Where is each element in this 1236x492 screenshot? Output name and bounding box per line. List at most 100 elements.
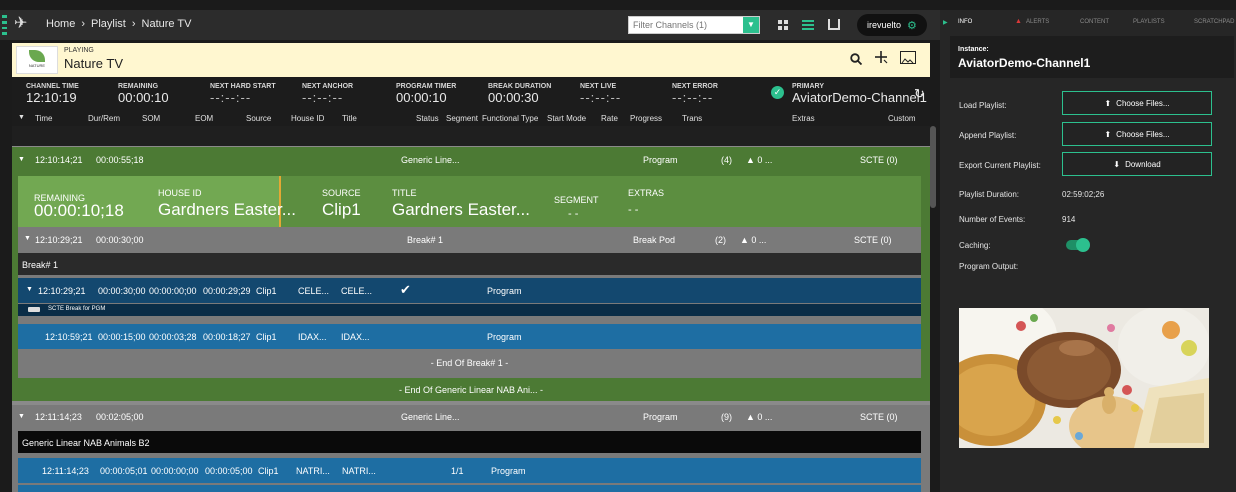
col-progress[interactable]: Progress bbox=[630, 114, 662, 123]
instance-box: Instance: AviatorDemo-Channel1 bbox=[950, 36, 1234, 78]
preview-image-icon[interactable] bbox=[900, 51, 916, 64]
stat-value: 12:10:19 bbox=[26, 90, 77, 105]
tab-content[interactable]: CONTENT bbox=[1080, 19, 1109, 25]
load-playlist-label: Load Playlist: bbox=[959, 101, 1007, 110]
stat-value: 00:00:10 bbox=[396, 90, 447, 105]
current-extras: - - bbox=[628, 204, 639, 216]
col-title[interactable]: Title bbox=[342, 114, 357, 123]
break-name: Break# 1 bbox=[22, 260, 59, 270]
row-scte[interactable]: SCTE (0) bbox=[854, 235, 892, 245]
load-playlist-button[interactable]: ⬆ Choose Files... bbox=[1062, 91, 1212, 115]
stat-program-timer: PROGRAM TIMER 00:00:10 bbox=[396, 83, 456, 105]
current-remaining: 00:00:10;18 bbox=[34, 201, 124, 220]
col-source[interactable]: Source bbox=[246, 114, 271, 123]
current-extras-label: EXTRAS bbox=[628, 188, 665, 198]
table-row-event-3[interactable]: 12:11:14;23 00:00:05;01 00:00:00;00 00:0… bbox=[18, 458, 921, 483]
tab-info[interactable]: INFO bbox=[958, 19, 972, 25]
col-custom[interactable]: Custom bbox=[888, 114, 916, 123]
stat-label: CHANNEL TIME bbox=[26, 83, 79, 90]
timeline-view-icon[interactable] bbox=[828, 19, 840, 30]
filter-channels-input[interactable] bbox=[629, 17, 743, 33]
collapse-all-icon[interactable]: ▼ bbox=[18, 114, 25, 121]
row-time: 12:10:59;21 bbox=[45, 332, 93, 342]
col-house-id[interactable]: House ID bbox=[291, 114, 324, 123]
stat-next-hard-start: NEXT HARD START --:--:-- bbox=[210, 83, 276, 105]
row-duration: 00:02:05;00 bbox=[96, 412, 144, 422]
row-warnings: ▲ 0 ... bbox=[740, 235, 767, 245]
stat-value: --:--:-- bbox=[302, 90, 344, 105]
table-row-event-2[interactable]: 12:10:59;21 00:00:15;00 00:00:03;28 00:0… bbox=[18, 324, 921, 349]
panel-collapse-icon[interactable]: ▶ bbox=[943, 19, 948, 26]
program-output-preview bbox=[959, 308, 1209, 448]
col-trans[interactable]: Trans bbox=[682, 114, 702, 123]
row-count: (4) bbox=[721, 155, 732, 165]
settings-gear-icon[interactable]: ⚙ bbox=[907, 19, 917, 32]
end-of-break-row: - End Of Break# 1 - bbox=[18, 352, 921, 374]
tab-alerts[interactable]: ALERTS bbox=[1026, 19, 1049, 25]
row-source: Clip1 bbox=[256, 332, 277, 342]
col-extras[interactable]: Extras bbox=[792, 114, 815, 123]
grid-view-icon[interactable] bbox=[778, 20, 788, 30]
group-row-generic-2[interactable]: ▼ 12:11:14;23 00:02:05;00 Generic Line..… bbox=[12, 405, 930, 429]
table-row-event-4[interactable] bbox=[18, 485, 921, 492]
row-title: Generic Line... bbox=[401, 155, 460, 165]
col-start-mode[interactable]: Start Mode bbox=[547, 114, 586, 123]
row-time: 12:11:14;23 bbox=[42, 466, 89, 476]
row-duration: 00:00:15;00 bbox=[98, 332, 146, 342]
breadcrumb-home[interactable]: Home bbox=[46, 18, 75, 30]
filter-channels-select[interactable]: ▼ bbox=[628, 16, 760, 34]
download-playlist-button[interactable]: ⬇ Download bbox=[1062, 152, 1212, 176]
user-menu[interactable]: irevuelto ⚙ bbox=[857, 14, 927, 36]
menu-handle-icon[interactable] bbox=[2, 15, 7, 35]
row-type: Program bbox=[491, 466, 526, 476]
expand-chevron-icon[interactable]: ▼ bbox=[24, 235, 31, 242]
caching-toggle-knob bbox=[1076, 238, 1090, 252]
breadcrumb-playlist[interactable]: Playlist bbox=[91, 18, 126, 30]
download-icon: ⬇ bbox=[1113, 159, 1121, 169]
expand-chevron-icon[interactable]: ▼ bbox=[26, 286, 33, 293]
list-view-icon[interactable] bbox=[802, 20, 814, 30]
group-row-break-1[interactable]: ▼ 12:10:29;21 00:00:30;00 Break# 1 Break… bbox=[18, 227, 921, 252]
row-title: NATRI... bbox=[342, 466, 376, 476]
caching-toggle[interactable] bbox=[1066, 238, 1090, 252]
row-eom: 00:00:05;00 bbox=[205, 466, 253, 476]
breadcrumb: Home › Playlist › Nature TV bbox=[46, 18, 191, 30]
group-row-generic-1[interactable]: ▼ 12:10:14;21 00:00:55;18 Generic Line..… bbox=[12, 147, 930, 173]
row-scte[interactable]: SCTE (0) bbox=[860, 155, 898, 165]
status-check-icon: ✔ bbox=[400, 282, 411, 297]
current-event-card[interactable]: REMAINING 00:00:10;18 HOUSE ID Gardners … bbox=[18, 176, 921, 227]
col-dur-rem[interactable]: Dur/Rem bbox=[88, 114, 120, 123]
col-eom[interactable]: EOM bbox=[195, 114, 213, 123]
col-functional-type[interactable]: Functional Type bbox=[482, 114, 538, 123]
tab-scratchpad[interactable]: SCRATCHPAD bbox=[1194, 19, 1234, 25]
tab-playlists[interactable]: PLAYLISTS bbox=[1133, 19, 1165, 25]
table-row-event-1[interactable]: ▼ 12:10:29;21 00:00:30;00 00:00:00;00 00… bbox=[18, 278, 921, 303]
row-source: Clip1 bbox=[258, 466, 279, 476]
stat-value: --:--:-- bbox=[210, 90, 252, 105]
add-event-icon[interactable] bbox=[874, 50, 888, 64]
expand-chevron-icon[interactable]: ▼ bbox=[18, 156, 25, 163]
col-status[interactable]: Status bbox=[416, 114, 439, 123]
channel-logo-text: NATURE bbox=[28, 63, 46, 68]
expand-chevron-icon[interactable]: ▼ bbox=[18, 413, 25, 420]
row-scte[interactable]: SCTE (0) bbox=[860, 412, 898, 422]
col-rate[interactable]: Rate bbox=[601, 114, 618, 123]
end-of-break-label: - End Of Break# 1 - bbox=[430, 358, 509, 368]
list-scrollbar[interactable] bbox=[930, 112, 936, 492]
channel-logo: NATURE bbox=[16, 46, 58, 74]
user-name: irevuelto bbox=[867, 20, 902, 30]
list-scrollbar-thumb[interactable] bbox=[930, 126, 936, 208]
row-eom: 00:00:18;27 bbox=[203, 332, 251, 342]
current-house: Gardners Easter... bbox=[158, 200, 296, 219]
col-som[interactable]: SOM bbox=[142, 114, 160, 123]
col-time[interactable]: Time bbox=[35, 114, 52, 123]
col-segment[interactable]: Segment bbox=[446, 114, 478, 123]
caching-label: Caching: bbox=[959, 241, 991, 250]
stat-value: AviatorDemo-Channel1 bbox=[792, 90, 927, 105]
search-icon[interactable] bbox=[850, 52, 863, 66]
row-count: (9) bbox=[721, 412, 732, 422]
append-playlist-button[interactable]: ⬆ Choose Files... bbox=[1062, 122, 1212, 146]
dropdown-arrow-icon[interactable]: ▼ bbox=[743, 17, 759, 33]
row-duration: 00:00:55;18 bbox=[96, 155, 144, 165]
refresh-icon[interactable]: ↻ bbox=[914, 86, 925, 102]
